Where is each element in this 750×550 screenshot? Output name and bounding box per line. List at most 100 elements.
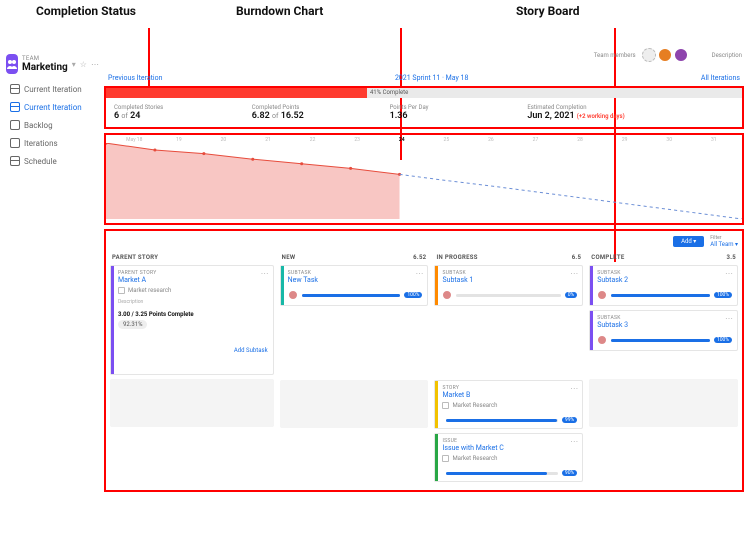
stat-est-completion: Jun 2, 2021(+2 working days) [527, 111, 734, 121]
task-card[interactable]: ⋯ SUBTASK New Task 100% [280, 265, 429, 306]
task-card[interactable]: ⋯ SUBTASK Subtask 3 100% [589, 310, 738, 351]
team-label: TEAM [22, 55, 68, 62]
stat-label: Points Per Day [390, 104, 528, 111]
card-title[interactable]: Subtask 1 [442, 276, 577, 284]
burndown-section: May 1819202122232425262728293031 [104, 133, 744, 225]
burndown-x-ticks: May 1819202122232425262728293031 [106, 137, 742, 143]
card-title[interactable]: Market B [442, 391, 577, 399]
card-progress-pct: 100% [714, 337, 732, 343]
nav-current-iteration-2[interactable]: Current Iteration [6, 98, 94, 116]
add-member-icon[interactable] [642, 48, 656, 62]
nav-label: Current Iteration [24, 85, 82, 94]
card-more-icon[interactable]: ⋯ [261, 269, 269, 278]
annotation-completion: Completion Status [36, 4, 236, 28]
column-header: PARENT STORY [112, 254, 158, 261]
card-progress-bar [456, 294, 560, 297]
checkbox-icon [442, 455, 449, 462]
assignee-avatar[interactable] [597, 335, 607, 345]
calendar-icon [10, 102, 20, 112]
column-points: 6.5 [572, 254, 582, 261]
card-more-icon[interactable]: ⋯ [570, 437, 578, 446]
add-button[interactable]: Add ▾ [673, 236, 704, 247]
prev-iteration-link[interactable]: Previous Iteration [108, 74, 162, 82]
card-title[interactable]: Subtask 3 [597, 321, 732, 329]
team-badge-icon [6, 54, 18, 74]
column-new: NEW6.52 ⋯ SUBTASK New Task 100% [280, 252, 429, 486]
nav-iterations[interactable]: Iterations [6, 134, 94, 152]
burndown-chart [106, 143, 742, 219]
stat-label: Completed Stories [114, 104, 252, 111]
card-more-icon[interactable]: ⋯ [570, 269, 578, 278]
story-card[interactable]: ⋯ STORY Market B Market Research 99% [434, 380, 583, 429]
completion-status-section: 41% Complete Completed Stories 6 of 24 C… [104, 86, 744, 129]
checklist-item[interactable]: Market Research [442, 402, 497, 409]
calendar-icon [10, 84, 20, 94]
stat-completed-points: 6.82 of 16.52 [252, 111, 390, 121]
card-progress-bar [446, 419, 557, 422]
column-header: COMPLETE [591, 254, 624, 261]
column-parent-story: PARENT STORY ⋯ PARENT STORY Market A Mar… [110, 252, 274, 486]
members-label: Team members [594, 52, 636, 59]
parent-story-card[interactable]: ⋯ PARENT STORY Market A Market research … [110, 265, 274, 375]
empty-cell [110, 379, 274, 427]
nav-current-iteration-1[interactable]: Current Iteration [6, 80, 94, 98]
story-board-section: Add ▾ FilterAll Team ▾ PARENT STORY ⋯ PA… [104, 229, 744, 492]
column-points: 3.5 [726, 254, 736, 261]
team-name: Marketing [22, 62, 68, 73]
team-more-icon[interactable]: ⋯ [91, 60, 99, 69]
column-points: 6.52 [413, 254, 426, 261]
issue-card[interactable]: ⋯ ISSUE Issue with Market C Market Resea… [434, 433, 583, 482]
task-card[interactable]: ⋯ SUBTASK Subtask 1 0% [434, 265, 583, 306]
add-subtask-link[interactable]: Add Subtask [118, 347, 268, 354]
iteration-label: 2021 Sprint 11 · May 18 [395, 74, 468, 82]
team-star-icon[interactable]: ☆ [80, 60, 87, 69]
card-progress-pct: 100% [714, 292, 732, 298]
checkbox-icon [118, 287, 125, 294]
card-more-icon[interactable]: ⋯ [725, 269, 733, 278]
card-progress-pct: 99% [562, 417, 577, 423]
card-progress-pct: 0% [565, 292, 577, 298]
assignee-avatar[interactable] [288, 290, 298, 300]
nav-label: Backlog [24, 121, 53, 130]
assignee-avatar[interactable] [442, 290, 452, 300]
stat-label: Estimated Completion [527, 104, 734, 111]
task-card[interactable]: ⋯ SUBTASK Subtask 2 100% [589, 265, 738, 306]
card-more-icon[interactable]: ⋯ [415, 269, 423, 278]
card-more-icon[interactable]: ⋯ [570, 384, 578, 393]
team-dropdown-icon[interactable]: ▾ [72, 60, 76, 69]
nav-schedule[interactable]: Schedule [6, 152, 94, 170]
list-icon [10, 120, 20, 130]
progress-bar: 41% Complete [106, 88, 742, 98]
assignee-avatar[interactable] [597, 290, 607, 300]
main-content: Team members Description Previous Iterat… [100, 48, 750, 550]
nav-label: Current Iteration [24, 103, 82, 112]
nav-backlog[interactable]: Backlog [6, 116, 94, 134]
stat-completed-stories: 6 of 24 [114, 111, 252, 121]
points-complete: 3.00 / 3.25 Points Complete [118, 311, 268, 318]
card-progress-bar [611, 294, 710, 297]
checkbox-icon [442, 402, 449, 409]
annotation-storyboard: Story Board [516, 4, 579, 28]
card-title[interactable]: Market A [118, 276, 268, 284]
card-progress-bar [446, 472, 557, 475]
card-title[interactable]: Subtask 2 [597, 276, 732, 284]
card-title[interactable]: New Task [288, 276, 423, 284]
checklist-item[interactable]: Market Research [442, 455, 497, 462]
card-more-icon[interactable]: ⋯ [725, 314, 733, 323]
grid-icon [10, 138, 20, 148]
card-progress-bar [302, 294, 401, 297]
card-title[interactable]: Issue with Market C [442, 444, 577, 452]
progress-fill [106, 88, 367, 98]
card-progress-pct: 100% [404, 292, 422, 298]
nav-label: Schedule [24, 157, 57, 166]
annotation-burndown: Burndown Chart [236, 4, 516, 28]
card-progress-pct: 90% [562, 470, 577, 476]
filter-dropdown[interactable]: FilterAll Team ▾ [710, 235, 738, 248]
description-link[interactable]: Description [712, 52, 742, 59]
stat-ppd: 1.36 [390, 111, 528, 121]
card-description-label: Description [118, 299, 268, 305]
member-avatar[interactable] [658, 48, 672, 62]
checklist-item[interactable]: Market research [118, 287, 171, 294]
member-avatar[interactable] [674, 48, 688, 62]
all-iterations-link[interactable]: All Iterations [701, 74, 740, 82]
